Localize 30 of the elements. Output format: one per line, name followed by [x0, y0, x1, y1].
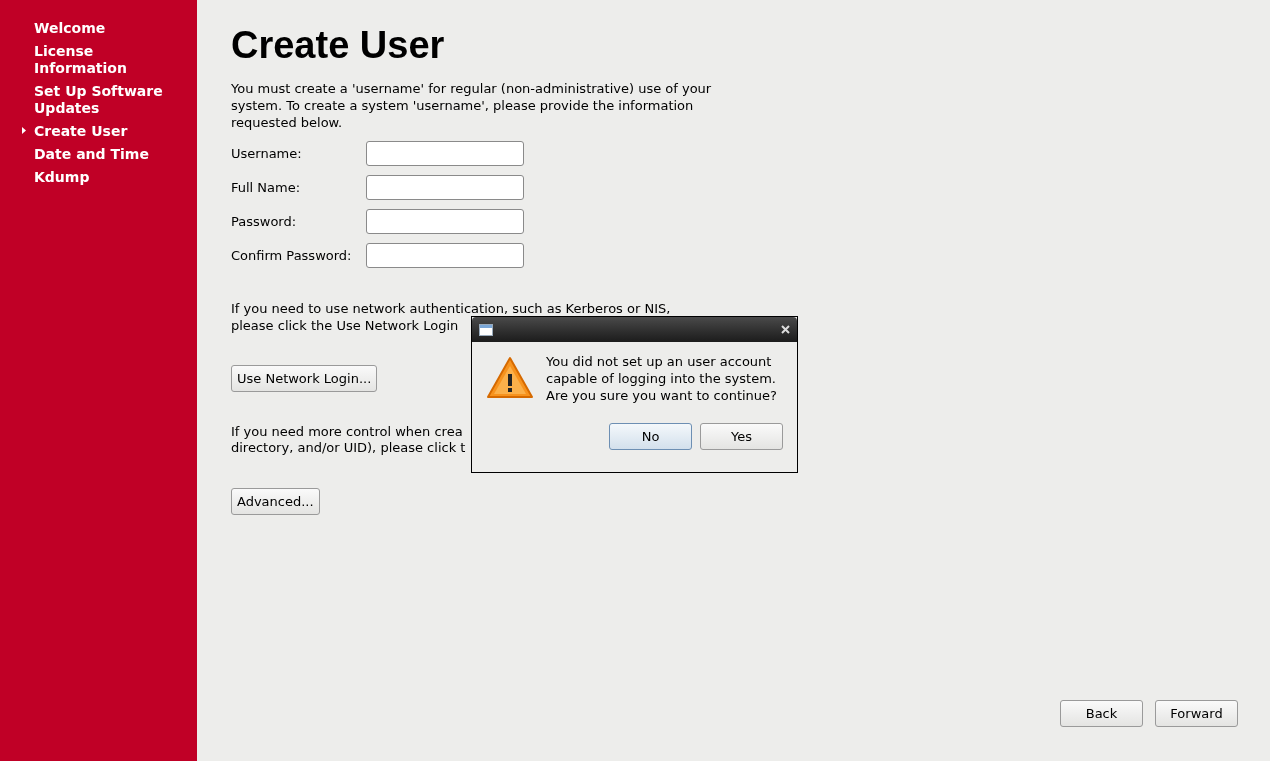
sidebar-item: Create User: [34, 123, 129, 140]
input-field[interactable]: [366, 175, 524, 200]
window-icon: [479, 323, 493, 336]
warning-icon: [486, 356, 534, 400]
text-line: If you need to use network authentication, such as Kerberos or NIS,: [231, 300, 671, 317]
sidebar-item: Kdump: [34, 169, 91, 186]
input-field[interactable]: [366, 141, 524, 166]
sidebar-item: Date and Time: [34, 146, 150, 163]
input-field[interactable]: [366, 209, 524, 234]
dialog-message: You did not set up an user account capable of logging into the system. Are you sure you want to continue?: [546, 353, 778, 404]
close-icon[interactable]: [781, 325, 790, 334]
text-line: directory, and/or UID), please click t: [231, 440, 466, 456]
advanced-button[interactable]: Advanced...: [231, 488, 320, 515]
field-label: Password:: [231, 212, 298, 231]
dialog-button[interactable]: Yes: [700, 423, 783, 450]
field-label: Username:: [231, 144, 303, 163]
sidebar-item: Set Up Software Updates: [34, 83, 164, 117]
field-label: Confirm Password:: [231, 246, 353, 265]
intro-paragraph: You must create a 'username' for regular (non-administrative) use of your system. To create a system 'username', please provide the information requested below.: [231, 80, 713, 131]
input-field[interactable]: [366, 243, 524, 268]
sidebar-item: Welcome: [34, 20, 107, 37]
sidebar-item: License Information: [34, 43, 128, 77]
use-network-login-button[interactable]: Use Network Login...: [231, 365, 378, 392]
nav-button[interactable]: Back: [1060, 700, 1143, 727]
page-title: Create User: [231, 23, 446, 68]
field-label: Full Name:: [231, 178, 302, 197]
text-line: If you need more control when crea: [231, 424, 463, 440]
text-line: please click the Use Network Login: [231, 317, 459, 334]
nav-button[interactable]: Forward: [1155, 700, 1238, 727]
dialog-button[interactable]: No: [609, 423, 692, 450]
